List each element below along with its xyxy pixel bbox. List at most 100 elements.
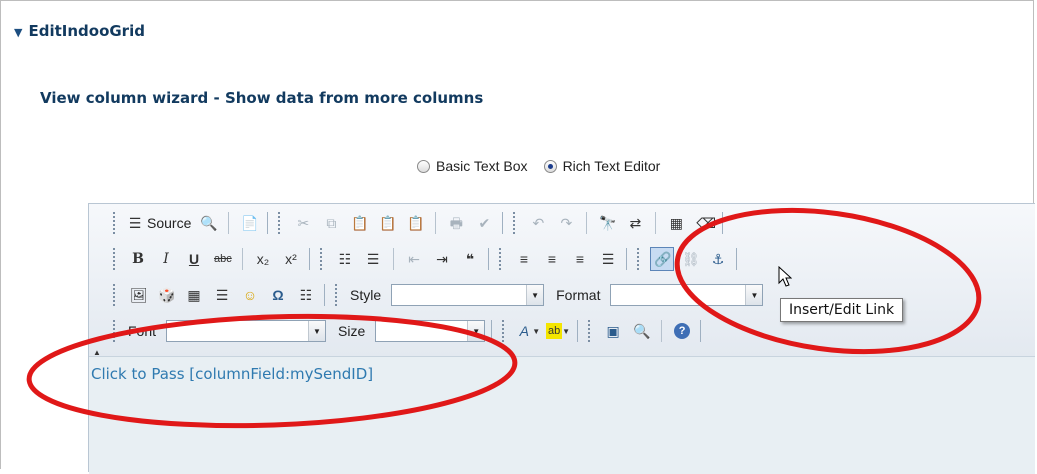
remove-format-button[interactable]: ⌫	[692, 211, 716, 235]
about-button[interactable]: ?	[670, 319, 694, 343]
print-button[interactable]: 🖶	[444, 211, 468, 235]
separator	[267, 212, 269, 234]
flash-button[interactable]: 🎲	[154, 283, 178, 307]
subscript-button[interactable]: x₂	[251, 247, 275, 271]
separator	[491, 320, 493, 342]
bulleted-list-icon: ☰	[366, 251, 380, 267]
indent-button[interactable]: ⇥	[430, 247, 454, 271]
size-combo[interactable]: ▼	[375, 320, 486, 342]
strikethrough-button[interactable]: abc	[210, 247, 234, 271]
copy-button[interactable]: ⧉	[319, 211, 343, 235]
background-color-icon: ab	[546, 323, 563, 339]
separator	[661, 320, 663, 342]
toolbar-grip[interactable]	[588, 320, 593, 342]
size-field	[376, 321, 467, 341]
blockquote-button[interactable]: ❝	[458, 247, 482, 271]
outdent-icon: ⇤	[408, 251, 420, 267]
format-label: Format	[556, 287, 601, 303]
spellcheck-button[interactable]: ✔	[472, 211, 496, 235]
find-button[interactable]: 🔭	[595, 211, 619, 235]
eraser-icon: ⌫	[696, 215, 717, 231]
align-center-button[interactable]: ≡	[540, 247, 564, 271]
content-link-text[interactable]: Click to Pass [columnField:mySendID]	[91, 365, 373, 383]
toolbar-grip[interactable]	[637, 248, 642, 270]
show-blocks-button[interactable]: 🔍	[629, 319, 653, 343]
toolbar-grip[interactable]	[113, 284, 118, 306]
paste-word-button[interactable]: 📋	[403, 211, 427, 235]
toolbar-grip[interactable]	[320, 248, 325, 270]
source-button[interactable]: ☰ Source	[126, 211, 192, 235]
separator	[435, 212, 437, 234]
table-icon: ▦	[187, 287, 201, 303]
basic-text-box-label[interactable]: Basic Text Box	[436, 158, 528, 174]
unlink-button[interactable]: ⛓	[678, 247, 702, 271]
separator	[577, 320, 579, 342]
paste-text-button[interactable]: 📋	[375, 211, 399, 235]
bulleted-list-button[interactable]: ☰	[361, 247, 385, 271]
bold-icon: B	[132, 251, 144, 267]
undo-button[interactable]: ↶	[526, 211, 550, 235]
font-field	[167, 321, 308, 341]
maximize-icon: ▣	[606, 323, 620, 339]
justify-button[interactable]: ☰	[596, 247, 620, 271]
format-combo[interactable]: ▼	[610, 284, 764, 306]
style-label: Style	[350, 287, 382, 303]
insert-edit-link-button[interactable]: 🔗	[650, 247, 674, 271]
bold-button[interactable]: B	[126, 247, 150, 271]
chevron-down-icon[interactable]: ▼	[308, 321, 326, 341]
chevron-down-icon[interactable]: ▼	[745, 285, 763, 305]
align-right-button[interactable]: ≡	[568, 247, 592, 271]
underline-button[interactable]: U	[182, 247, 206, 271]
toolbar-grip[interactable]	[113, 320, 118, 342]
font-combo[interactable]: ▼	[166, 320, 327, 342]
rich-text-editor-radio[interactable]	[543, 159, 557, 173]
chevron-down-icon[interactable]: ▼	[467, 321, 485, 341]
superscript-button[interactable]: x²	[279, 247, 303, 271]
text-color-button[interactable]: A ▼	[515, 319, 541, 343]
special-char-button[interactable]: Ω	[266, 283, 290, 307]
toolbar-grip[interactable]	[335, 284, 340, 306]
redo-button[interactable]: ↷	[554, 211, 578, 235]
replace-button[interactable]: ⇄	[623, 211, 647, 235]
maximize-button[interactable]: ▣	[601, 319, 625, 343]
chevron-down-icon[interactable]: ▼	[526, 285, 544, 305]
italic-button[interactable]: I	[154, 247, 178, 271]
collapse-triangle-icon[interactable]: ▼	[14, 26, 22, 39]
editor-content-area[interactable]: Click to Pass [columnField:mySendID]	[89, 356, 1035, 474]
paste-word-icon: 📋	[407, 215, 425, 231]
table-button[interactable]: ▦	[182, 283, 206, 307]
smiley-button[interactable]: ☺	[238, 283, 262, 307]
image-button[interactable]: 🖼	[126, 283, 150, 307]
separator	[502, 212, 504, 234]
select-all-button[interactable]: ▦	[664, 211, 688, 235]
toolbar-grip[interactable]	[278, 212, 283, 234]
page-break-button[interactable]: ☷	[294, 283, 318, 307]
style-combo[interactable]: ▼	[391, 284, 545, 306]
toolbar-grip[interactable]	[499, 248, 504, 270]
cut-button[interactable]: ✂	[291, 211, 315, 235]
horizontal-rule-button[interactable]: ☰	[210, 283, 234, 307]
background-color-button[interactable]: ab ▼	[545, 319, 571, 343]
separator	[586, 212, 588, 234]
anchor-button[interactable]: ⚓	[706, 247, 730, 271]
superscript-icon: x²	[285, 251, 297, 267]
preview-button[interactable]: 🔍	[196, 211, 220, 235]
toolbar-grip[interactable]	[113, 248, 118, 270]
toolbar-grip[interactable]	[113, 212, 118, 234]
section-header[interactable]: ▼ EditIndooGrid	[14, 22, 145, 40]
separator	[626, 248, 627, 270]
toolbar-row-4: Font ▼ Size ▼ A ▼ ab ▼ ▣ 🔍 ?	[111, 317, 705, 345]
underline-icon: U	[188, 251, 200, 267]
templates-button[interactable]: 📄	[237, 211, 261, 235]
outdent-button[interactable]: ⇤	[402, 247, 426, 271]
italic-icon: I	[163, 251, 169, 267]
smiley-icon: ☺	[242, 287, 258, 303]
paste-button[interactable]: 📋	[347, 211, 371, 235]
toolbar-grip[interactable]	[502, 320, 507, 342]
align-left-button[interactable]: ≡	[512, 247, 536, 271]
rich-text-editor-label[interactable]: Rich Text Editor	[563, 158, 661, 174]
toolbar-grip[interactable]	[513, 212, 518, 234]
separator	[393, 248, 394, 270]
basic-text-box-radio[interactable]	[417, 159, 430, 173]
numbered-list-button[interactable]: ☷	[333, 247, 357, 271]
